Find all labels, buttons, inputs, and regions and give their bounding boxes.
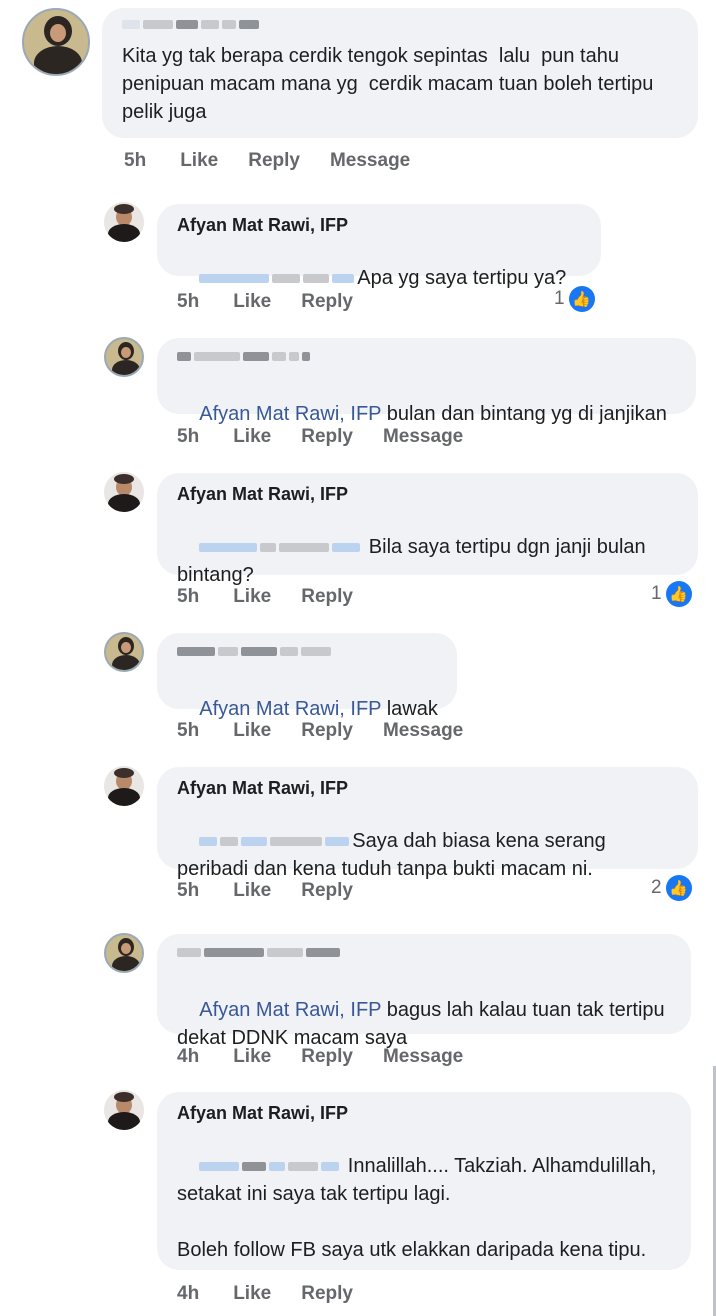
avatar[interactable] [104,1090,144,1130]
reaction-count-text: 1 [651,583,662,604]
reaction-count[interactable]: 2 👍 [651,875,692,901]
reply-button[interactable]: Reply [301,880,353,902]
reply-button[interactable]: Reply [248,150,300,172]
comment-body: Apa yg saya tertipu ya? [357,267,567,289]
comment-bubble: Afyan Mat Rawi, IFP Apa yg saya tertipu … [157,204,601,289]
reaction-count[interactable]: 1 👍 [651,581,692,607]
reaction-count-text: 1 [554,288,565,309]
comment-body: lawak [381,698,438,720]
reply-button[interactable]: Reply [301,1046,353,1068]
like-thumb-icon: 👍 [665,581,692,607]
comment-actions: 4h Like Reply Message [177,1046,493,1068]
comment-bubble: Afyan Mat Rawi, IFP bulan dan bintang yg… [157,338,696,425]
timestamp[interactable]: 4h [177,1283,199,1305]
mention-redacted [199,267,357,289]
like-button[interactable]: Like [233,1046,271,1068]
like-thumb-icon: 👍 [568,286,595,312]
timestamp[interactable]: 5h [177,291,199,313]
reaction-count-text: 2 [651,877,662,898]
mention-redacted [199,830,352,852]
reply-button[interactable]: Reply [301,586,353,608]
reply-button[interactable]: Reply [301,720,353,742]
comment-actions: 5h Like Reply [177,880,383,902]
comment-actions: 5h Like Reply Message [177,720,493,742]
comment-text: Kita yg tak berapa cerdik tengok sepinta… [122,45,659,123]
author-name-redacted [177,944,673,968]
like-button[interactable]: Like [233,291,271,313]
timestamp[interactable]: 5h [177,586,199,608]
comment-actions: 4h Like Reply [177,1283,383,1305]
avatar[interactable] [104,632,144,672]
comment-body: bulan dan bintang yg di janjikan [381,403,667,425]
reply-button[interactable]: Reply [301,426,353,448]
avatar[interactable] [104,337,144,377]
mention-redacted [199,536,363,558]
mention-link[interactable]: Afyan Mat Rawi, IFP [199,403,381,425]
author-name[interactable]: Afyan Mat Rawi, IFP [177,777,680,799]
avatar[interactable] [22,8,90,76]
author-name-redacted [122,16,680,40]
reply-button[interactable]: Reply [301,291,353,313]
reaction-count[interactable]: 1 👍 [554,286,595,312]
author-name[interactable]: Afyan Mat Rawi, IFP [177,483,680,505]
comment-bubble: Afyan Mat Rawi, IFP Saya dah biasa kena … [157,767,698,880]
like-button[interactable]: Like [233,720,271,742]
mention-link[interactable]: Afyan Mat Rawi, IFP [199,698,381,720]
comment-actions: 5h Like Reply Message [177,426,493,448]
author-name-redacted [177,348,678,372]
comment-bubble: Afyan Mat Rawi, IFP Innalillah.... Takzi… [157,1092,691,1270]
message-button[interactable]: Message [383,720,463,742]
mention-link[interactable]: Afyan Mat Rawi, IFP [199,999,381,1021]
avatar[interactable] [104,933,144,973]
timestamp[interactable]: 5h [177,720,199,742]
like-button[interactable]: Like [180,150,218,172]
like-thumb-icon: 👍 [665,875,692,901]
timestamp[interactable]: 5h [177,426,199,448]
comment-actions: 5h Like Reply [177,586,383,608]
timestamp[interactable]: 5h [177,880,199,902]
avatar[interactable] [104,766,144,806]
timestamp[interactable]: 5h [124,150,146,172]
comment-bubble: Afyan Mat Rawi, IFP Bila saya tertipu dg… [157,473,698,586]
message-button[interactable]: Message [383,1046,463,1068]
like-button[interactable]: Like [233,1283,271,1305]
comment-actions: 5h Like Reply [177,291,383,313]
like-button[interactable]: Like [233,880,271,902]
message-button[interactable]: Message [383,426,463,448]
author-name-redacted [177,643,439,667]
author-name[interactable]: Afyan Mat Rawi, IFP [177,214,583,236]
message-button[interactable]: Message [330,150,410,172]
avatar[interactable] [104,202,144,242]
comment-bubble: Afyan Mat Rawi, IFP bagus lah kalau tuan… [157,934,691,1049]
like-button[interactable]: Like [233,586,271,608]
timestamp[interactable]: 4h [177,1046,199,1068]
comment-bubble: Kita yg tak berapa cerdik tengok sepinta… [102,8,698,138]
like-button[interactable]: Like [233,426,271,448]
comment-bubble: Afyan Mat Rawi, IFP lawak [157,633,457,720]
author-name[interactable]: Afyan Mat Rawi, IFP [177,1102,673,1124]
comment-actions: 5h Like Reply Message [124,150,440,172]
avatar[interactable] [104,472,144,512]
reply-button[interactable]: Reply [301,1283,353,1305]
comment-text: Innalillah.... Takziah. Alhamdulillah, s… [177,1124,673,1292]
mention-redacted [199,1155,342,1177]
